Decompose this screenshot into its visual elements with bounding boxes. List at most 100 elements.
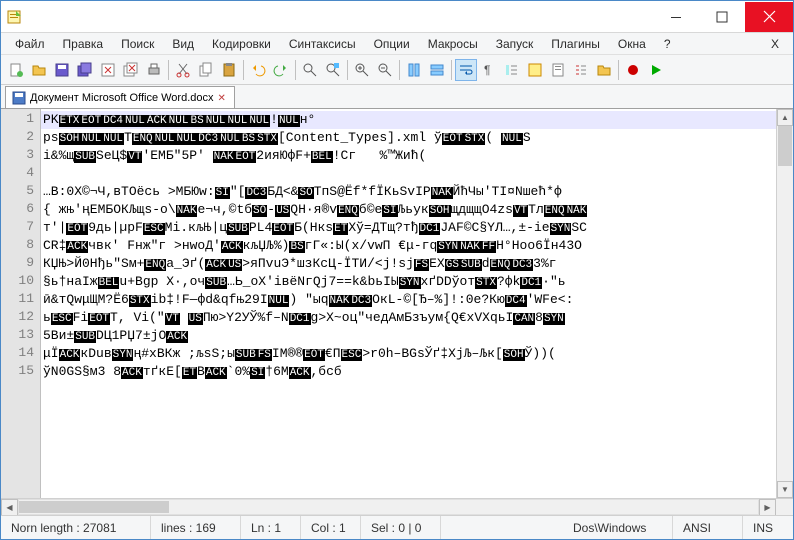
control-char: SUB xyxy=(74,331,96,343)
tab-close-icon[interactable]: ✕ xyxy=(218,93,228,103)
code-line[interactable]: СR‡ACKчвк' Fнж"г >нwoД'ACKкљЏЉ%)BSгГ«:Ы(… xyxy=(41,237,776,255)
menu-encoding[interactable]: Кодировки xyxy=(204,35,279,53)
close-file-icon[interactable] xyxy=(97,59,119,81)
control-char: STX xyxy=(129,295,151,307)
sync-v-icon[interactable] xyxy=(403,59,425,81)
code-line[interactable]: ьESCFiEOTT, Vi("VT USПю>Y2УЎ%f–NDC1g>X~о… xyxy=(41,309,776,327)
replace-icon[interactable] xyxy=(322,59,344,81)
code-line[interactable]: { жњ'ңЕМБОКЉщs-o\NAKе¬ч,©tбSO-USQH·я®vEN… xyxy=(41,201,776,219)
scroll-left-icon[interactable]: ◀ xyxy=(1,499,18,516)
menu-syntax[interactable]: Синтаксисы xyxy=(281,35,364,53)
code-line[interactable]: psSOHNULNULTENQNULNULDC3NULBSSTX[Content… xyxy=(41,129,776,147)
copy-icon[interactable] xyxy=(195,59,217,81)
menu-edit[interactable]: Правка xyxy=(55,35,112,53)
menu-view[interactable]: Вид xyxy=(164,35,202,53)
func-list-icon[interactable] xyxy=(570,59,592,81)
open-file-icon[interactable] xyxy=(28,59,50,81)
maximize-button[interactable] xyxy=(699,2,745,32)
code-line[interactable]: PKETXEOTDC4NULACKNULBSNULNULNUL!NULн° xyxy=(41,111,776,129)
menu-plugins[interactable]: Плагины xyxy=(543,35,608,53)
control-char: SOH xyxy=(429,205,451,217)
scroll-up-icon[interactable]: ▲ xyxy=(777,109,793,126)
close-button[interactable] xyxy=(745,2,793,32)
close-all-icon[interactable] xyxy=(120,59,142,81)
control-char: ENQ xyxy=(544,205,566,217)
line-number: 2 xyxy=(1,129,40,147)
scroll-right-icon[interactable]: ▶ xyxy=(759,499,776,516)
save-icon[interactable] xyxy=(51,59,73,81)
vertical-scrollbar[interactable]: ▲ ▼ xyxy=(776,109,793,498)
doc-map-icon[interactable] xyxy=(547,59,569,81)
control-char: FF xyxy=(481,241,496,253)
code-line[interactable]: і&%щSUBSеЦ$VT'EMБ"5Р' NAKEOT2ияЮфF+BEL!С… xyxy=(41,147,776,165)
sync-h-icon[interactable] xyxy=(426,59,448,81)
redo-icon[interactable] xyxy=(270,59,292,81)
print-icon[interactable] xyxy=(143,59,165,81)
control-char: ENQ xyxy=(337,205,359,217)
code-line[interactable]: КЏЊ>Й0Нђь"Sм+ENQa_Эґ(ACKUS>яПvuЭ*шзКсЦ-Ї… xyxy=(41,255,776,273)
control-char: ACK xyxy=(221,241,243,253)
menu-run[interactable]: Запуск xyxy=(488,35,542,53)
control-char: US xyxy=(227,259,242,271)
menu-file[interactable]: Файл xyxy=(7,35,53,53)
find-icon[interactable] xyxy=(299,59,321,81)
menu-macros[interactable]: Макросы xyxy=(420,35,486,53)
menu-search[interactable]: Поиск xyxy=(113,35,162,53)
code-area[interactable]: PKETXEOTDC4NULACKNULBSNULNULNUL!NULн°psS… xyxy=(41,109,776,498)
control-char: NUL xyxy=(154,133,176,145)
line-number: 10 xyxy=(1,273,40,291)
control-char: EOT xyxy=(80,115,102,127)
minimize-button[interactable] xyxy=(653,2,699,32)
new-file-icon[interactable] xyxy=(5,59,27,81)
app-icon xyxy=(7,9,23,25)
play-macro-icon[interactable] xyxy=(645,59,667,81)
cut-icon[interactable] xyxy=(172,59,194,81)
code-line[interactable]: ўN0GS§м3 8ACKтґкЕ[ETBACK`0%SI†6MACK,бсб xyxy=(41,363,776,381)
code-line[interactable] xyxy=(41,165,776,183)
control-char: SYN xyxy=(543,313,565,325)
control-char: ETX xyxy=(59,115,81,127)
folder-icon[interactable] xyxy=(593,59,615,81)
scroll-thumb-vertical[interactable] xyxy=(778,126,792,166)
line-number: 9 xyxy=(1,255,40,273)
code-line[interactable]: §ь†наІжBELu+Bgp X·,oчSUB…Ь_oX'iвёNгQj7==… xyxy=(41,273,776,291)
control-char: NAK xyxy=(566,205,588,217)
line-number-gutter: 123456789101112131415 xyxy=(1,109,41,498)
indent-guide-icon[interactable] xyxy=(501,59,523,81)
status-sel: Sel : 0 | 0 xyxy=(361,516,441,539)
control-char: ENQ xyxy=(490,259,512,271)
menu-help[interactable]: ? xyxy=(656,35,679,53)
horizontal-scrollbar[interactable]: ◀ ▶ xyxy=(1,498,793,515)
control-char: ET xyxy=(333,223,348,235)
scroll-thumb-horizontal[interactable] xyxy=(19,501,169,513)
control-char: NUL xyxy=(205,115,227,127)
code-line[interactable]: μЇACKкDuвSYNң#xBКж ;љsS;ыSUBFSІM®®EOT€ПE… xyxy=(41,345,776,363)
wordwrap-icon[interactable] xyxy=(455,59,477,81)
scroll-down-icon[interactable]: ▼ xyxy=(777,481,793,498)
undo-icon[interactable] xyxy=(247,59,269,81)
menu-x[interactable]: X xyxy=(763,35,787,53)
control-char: SI xyxy=(215,187,230,199)
all-chars-icon[interactable]: ¶ xyxy=(478,59,500,81)
control-char: NUL xyxy=(219,133,241,145)
control-char: BEL xyxy=(311,151,333,163)
code-line[interactable]: …В:0X©¬Ч,вТОёсь >МБЮw:SI"[DC3БД<&SOТпЅ@Ё… xyxy=(41,183,776,201)
paste-icon[interactable] xyxy=(218,59,240,81)
control-char: SYN xyxy=(437,241,459,253)
zoom-in-icon[interactable] xyxy=(351,59,373,81)
document-tab[interactable]: Документ Microsoft Office Word.docx ✕ xyxy=(5,86,235,108)
control-char: EOT xyxy=(272,223,294,235)
record-macro-icon[interactable] xyxy=(622,59,644,81)
lang-icon[interactable] xyxy=(524,59,546,81)
code-line[interactable]: 5Ви±SUBDЦ1РЏ7±jOACK xyxy=(41,327,776,345)
control-char: ENQ xyxy=(144,259,166,271)
code-line[interactable]: т'|EOT9дь|µрFESCМі.кљЊ|цSUBPL4EOTБ(НкѕET… xyxy=(41,219,776,237)
code-line[interactable]: ӣ&тQwμЩМ?Ё6STXib‡!F—фd&qfњ29INUL) "ыqNAK… xyxy=(41,291,776,309)
line-number: 13 xyxy=(1,327,40,345)
menu-windows[interactable]: Окна xyxy=(610,35,654,53)
save-all-icon[interactable] xyxy=(74,59,96,81)
line-number: 3 xyxy=(1,147,40,165)
menu-options[interactable]: Опции xyxy=(366,35,418,53)
control-char: ENQ xyxy=(132,133,154,145)
zoom-out-icon[interactable] xyxy=(374,59,396,81)
